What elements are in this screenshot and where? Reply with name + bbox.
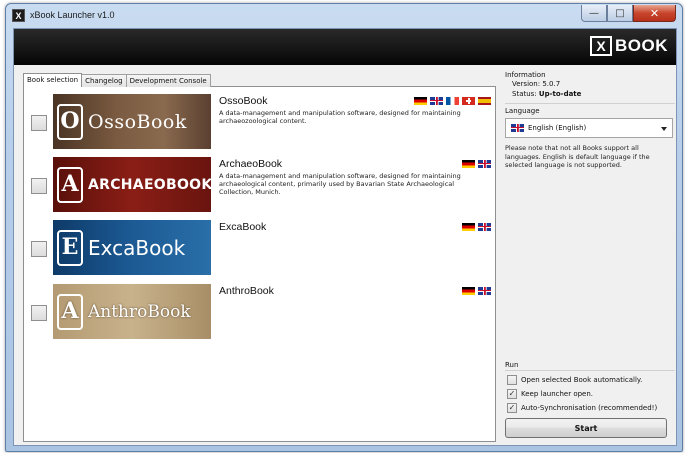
tab-development-console[interactable]: Development Console: [125, 74, 211, 87]
maximize-button[interactable]: □: [607, 5, 633, 22]
germany-flag-icon: [462, 287, 475, 295]
book-title: ExcaBook: [219, 221, 267, 233]
anthrobook-logo-icon: A: [57, 293, 83, 330]
uk-flag-icon: [478, 223, 491, 231]
option-label: Open selected Book automatically.: [521, 376, 643, 384]
excabook-info: ExcaBook: [219, 220, 491, 233]
checkbox-open-automatically[interactable]: [507, 375, 517, 385]
language-note: Please note that not all Books support a…: [505, 144, 650, 169]
tab-changelog[interactable]: Changelog: [81, 74, 127, 87]
language-flags: [462, 287, 491, 295]
client-area: X BOOK Book selection Changelog Developm…: [13, 28, 677, 446]
language-select[interactable]: English (English): [505, 118, 673, 138]
language-flags: [414, 97, 491, 105]
book-checkbox-excabook[interactable]: [31, 241, 47, 257]
version-value: 5.0.7: [542, 80, 561, 88]
germany-flag-icon: [462, 223, 475, 231]
sidebar: Information Version: 5.0.7 Status: Up-to…: [505, 71, 675, 170]
checkbox-keep-launcher-open[interactable]: ✓: [507, 389, 517, 399]
status-label: Status:: [512, 90, 537, 98]
book-row-archaeobook: A ARCHAEOBOOK ArchaeoBook A data-managem…: [24, 157, 494, 217]
book-description: A data-management and manipulation softw…: [219, 109, 461, 125]
tab-book-selection[interactable]: Book selection: [23, 73, 83, 87]
book-row-ossobook: O OssoBook OssoBook A data-management an…: [24, 94, 494, 154]
language-heading: Language: [505, 107, 540, 115]
option-label: Keep launcher open.: [521, 390, 594, 398]
checkbox-auto-sync[interactable]: ✓: [507, 403, 517, 413]
window-controls: — □ ✕: [581, 5, 676, 22]
option-label: Auto-Synchronisation (recommended!): [521, 404, 658, 412]
book-row-excabook: E ExcaBook ExcaBook: [24, 220, 494, 280]
book-description: A data-management and manipulation softw…: [219, 172, 461, 196]
language-flags: [462, 160, 491, 168]
language-selected-value: English (English): [528, 124, 587, 132]
archaeobook-banner-text: ARCHAEOBOOK: [88, 176, 211, 193]
tab-strip: Book selection Changelog Development Con…: [23, 73, 211, 87]
start-button[interactable]: Start: [505, 418, 667, 438]
anthrobook-banner-text: AnthroBook: [88, 301, 191, 322]
uk-flag-icon: [430, 97, 443, 105]
version-line: Version: 5.0.7: [512, 80, 675, 89]
logo-text: BOOK: [615, 36, 668, 55]
status-value: Up-to-date: [538, 90, 582, 98]
launcher-window: X xBook Launcher v1.0 — □ ✕ X BOOK Book …: [5, 3, 683, 452]
excabook-logo-icon: E: [57, 229, 83, 266]
book-selection-panel: O OssoBook OssoBook A data-management an…: [23, 86, 496, 442]
germany-flag-icon: [414, 97, 427, 105]
switzerland-flag-icon: [462, 97, 475, 105]
title-bar[interactable]: X xBook Launcher v1.0 — □ ✕: [6, 4, 682, 28]
minimize-icon: —: [589, 7, 599, 19]
minimize-button[interactable]: —: [581, 5, 607, 22]
excabook-banner[interactable]: E ExcaBook: [53, 220, 211, 275]
book-row-anthrobook: A AnthroBook AnthroBook: [24, 284, 494, 344]
close-button[interactable]: ✕: [633, 5, 676, 22]
book-checkbox-ossobook[interactable]: [31, 115, 47, 131]
logo-x-box: X: [590, 36, 612, 56]
language-flags: [462, 223, 491, 231]
ossobook-banner-text: OssoBook: [88, 110, 187, 133]
xbook-logo: X BOOK: [590, 36, 668, 56]
spain-flag-icon: [478, 97, 491, 105]
book-title: ArchaeoBook: [219, 158, 283, 170]
option-open-automatically[interactable]: Open selected Book automatically.: [507, 375, 675, 385]
archaeobook-banner[interactable]: A ARCHAEOBOOK: [53, 157, 211, 212]
window-title: xBook Launcher v1.0: [30, 10, 115, 20]
germany-flag-icon: [462, 160, 475, 168]
status-line: Status: Up-to-date: [512, 90, 675, 99]
uk-flag-icon: [511, 124, 524, 132]
option-keep-launcher-open[interactable]: ✓ Keep launcher open.: [507, 389, 675, 399]
chevron-down-icon: [661, 127, 667, 131]
france-flag-icon: [446, 97, 459, 105]
header-banner: X BOOK: [14, 29, 676, 65]
book-checkbox-archaeobook[interactable]: [31, 178, 47, 194]
uk-flag-icon: [478, 287, 491, 295]
information-heading: Information: [505, 71, 546, 79]
divider: [505, 370, 675, 371]
ossobook-logo-icon: O: [57, 103, 83, 140]
archaeobook-logo-icon: A: [57, 166, 83, 203]
anthrobook-banner[interactable]: A AnthroBook: [53, 284, 211, 339]
option-auto-sync[interactable]: ✓ Auto-Synchronisation (recommended!): [507, 403, 675, 413]
close-icon: ✕: [649, 6, 660, 20]
maximize-icon: □: [615, 7, 625, 19]
divider: [505, 103, 675, 104]
ossobook-banner[interactable]: O OssoBook: [53, 94, 211, 149]
run-heading: Run: [505, 361, 519, 369]
ossobook-info: OssoBook A data-management and manipulat…: [219, 94, 491, 125]
book-checkbox-anthrobook[interactable]: [31, 305, 47, 321]
uk-flag-icon: [478, 160, 491, 168]
excabook-banner-text: ExcaBook: [88, 235, 186, 260]
run-group: Run Open selected Book automatically. ✓ …: [505, 361, 675, 438]
book-title: AnthroBook: [219, 285, 274, 297]
version-label: Version:: [512, 80, 541, 88]
app-icon: X: [12, 9, 25, 22]
archaeobook-info: ArchaeoBook A data-management and manipu…: [219, 157, 491, 196]
anthrobook-info: AnthroBook: [219, 284, 491, 297]
